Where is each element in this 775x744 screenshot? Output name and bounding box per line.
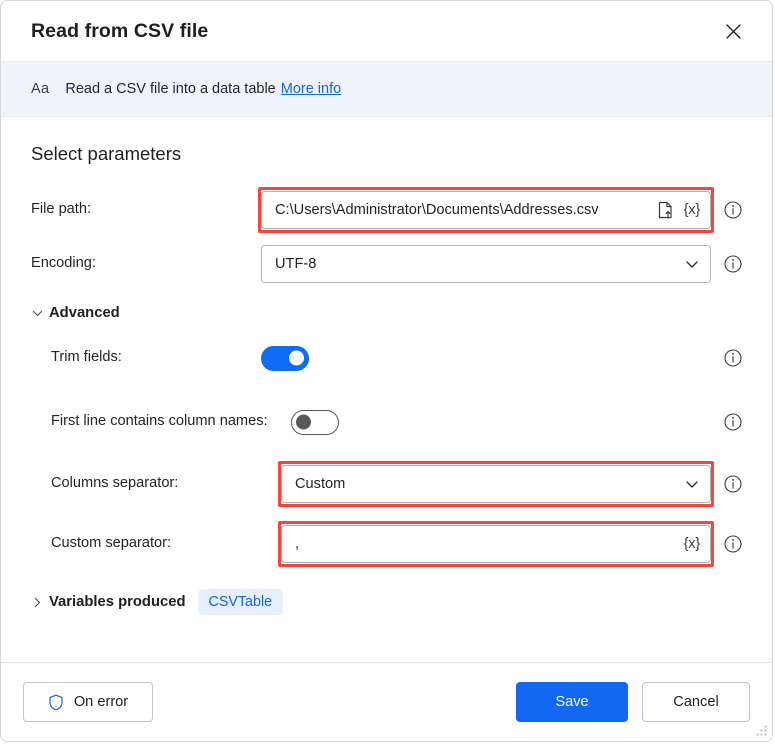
file-path-input[interactable]: C:\Users\Administrator\Documents\Address… (258, 187, 714, 233)
encoding-info-icon[interactable] (724, 255, 742, 273)
save-button[interactable]: Save (516, 682, 628, 722)
shield-icon (48, 694, 64, 711)
close-button[interactable] (712, 12, 754, 50)
advanced-section-header[interactable]: Advanced (31, 305, 742, 321)
first-line-field-wrap (291, 409, 742, 435)
chevron-down-icon (31, 307, 49, 320)
resize-grip[interactable] (754, 723, 768, 737)
encoding-field-wrap: UTF-8 (261, 245, 742, 283)
columns-separator-label: Columns separator: (51, 475, 179, 492)
dialog-body: Select parameters File path: C:\Users\Ad… (1, 117, 772, 662)
first-line-toggle-wrap (291, 409, 711, 435)
file-path-label: File path: (31, 201, 92, 218)
field-row-file-path: File path: C:\Users\Administrator\Docume… (31, 187, 742, 233)
field-row-trim-fields: Trim fields: (31, 339, 742, 377)
columns-separator-field-wrap: Custom (278, 461, 742, 507)
variable-pill-csvtable[interactable]: CSVTable (197, 589, 284, 615)
field-row-custom-separator: Custom separator: , {x} (31, 521, 742, 567)
chevron-right-icon (31, 596, 49, 609)
trim-fields-field-wrap (261, 345, 742, 371)
chevron-down-icon (684, 256, 700, 272)
advanced-label: Advanced (49, 305, 120, 321)
custom-separator-input[interactable]: , {x} (278, 521, 714, 567)
text-aa-icon: Aa (31, 81, 50, 97)
columns-separator-select[interactable]: Custom (278, 461, 714, 507)
file-path-adornments: {x} (657, 201, 700, 219)
file-upload-icon[interactable] (657, 201, 674, 219)
trim-fields-toggle-wrap (261, 345, 711, 371)
more-info-link[interactable]: More info (281, 81, 341, 97)
first-line-column-names-label: First line contains column names: (51, 413, 268, 430)
variables-produced-header[interactable]: Variables produced CSVTable (31, 589, 742, 615)
dialog-titlebar: Read from CSV file (1, 1, 772, 61)
columns-separator-value: Custom (295, 476, 346, 492)
columns-separator-info-icon[interactable] (724, 475, 742, 493)
custom-separator-label: Custom separator: (51, 535, 172, 552)
encoding-select[interactable]: UTF-8 (261, 245, 711, 283)
trim-fields-info-icon[interactable] (724, 349, 742, 367)
variable-picker-icon[interactable]: {x} (684, 202, 701, 218)
first-line-info-icon[interactable] (724, 413, 742, 431)
banner-description: Read a CSV file into a data table (65, 81, 276, 97)
custom-separator-value: , (295, 536, 300, 552)
custom-separator-info-icon[interactable] (724, 535, 742, 553)
first-line-column-names-toggle[interactable] (291, 409, 339, 435)
section-title: Select parameters (31, 143, 182, 164)
encoding-label: Encoding: (31, 255, 96, 272)
close-icon (725, 23, 742, 40)
dialog-footer: On error Save Cancel (1, 662, 772, 741)
on-error-button[interactable]: On error (23, 682, 153, 722)
field-row-encoding: Encoding: UTF-8 (31, 245, 742, 283)
cancel-button[interactable]: Cancel (642, 682, 750, 722)
toggle-knob (296, 414, 311, 430)
custom-separator-field-wrap: , {x} (278, 521, 742, 567)
description-banner: Aa Read a CSV file into a data table Mor… (1, 61, 772, 117)
on-error-label: On error (73, 694, 129, 710)
toggle-knob (289, 350, 304, 366)
file-path-info-icon[interactable] (724, 201, 742, 219)
chevron-down-icon (684, 476, 700, 492)
variable-picker-icon[interactable]: {x} (684, 536, 701, 552)
variables-produced-label: Variables produced (49, 594, 186, 610)
trim-fields-label: Trim fields: (51, 349, 122, 366)
field-row-columns-separator: Columns separator: Custom (31, 461, 742, 507)
custom-separator-adornments: {x} (684, 536, 701, 552)
encoding-value: UTF-8 (275, 256, 317, 272)
file-path-value: C:\Users\Administrator\Documents\Address… (275, 202, 599, 218)
dialog-title: Read from CSV file (31, 19, 209, 42)
field-row-first-line-column-names: First line contains column names: (31, 403, 742, 441)
file-path-field-wrap: C:\Users\Administrator\Documents\Address… (258, 187, 742, 233)
trim-fields-toggle[interactable] (261, 345, 309, 371)
read-from-csv-dialog: Read from CSV file Aa Read a CSV file in… (0, 0, 773, 742)
